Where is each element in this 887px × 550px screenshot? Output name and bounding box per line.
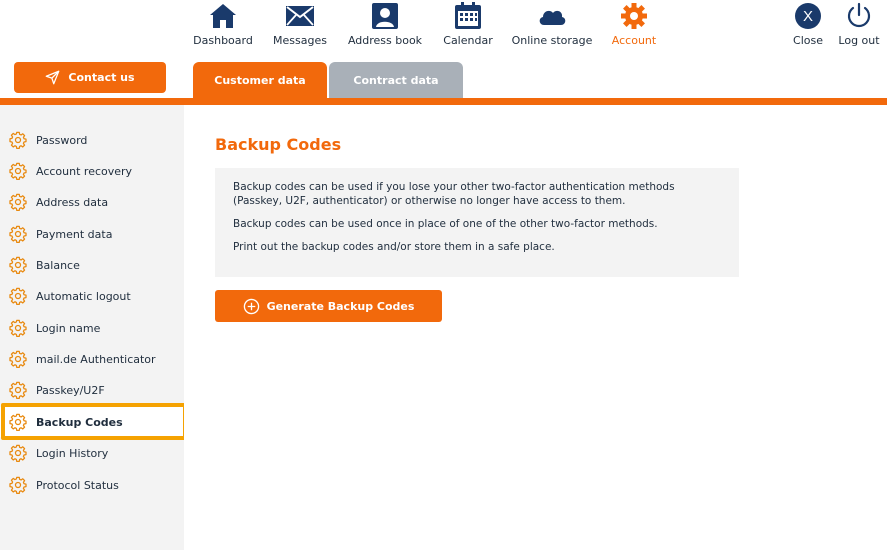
top-navigation: Dashboard Messages Address book Calendar…	[184, 0, 887, 62]
gear-icon	[9, 225, 27, 243]
sidebar-item-label: Backup Codes	[36, 415, 123, 429]
envelope-icon	[286, 6, 314, 26]
close-circle-icon: X	[795, 3, 821, 29]
sidebar-item[interactable]: Password	[0, 125, 184, 155]
sidebar-item-label: Passkey/U2F	[36, 383, 105, 397]
nav-dashboard-label: Dashboard	[193, 34, 253, 47]
nav-online-storage[interactable]: Online storage	[510, 0, 594, 50]
nav-account[interactable]: Account	[608, 0, 660, 50]
plus-circle-icon	[243, 298, 259, 314]
calendar-icon	[455, 2, 481, 29]
generate-backup-codes-button[interactable]: Generate Backup Codes	[215, 290, 442, 322]
gear-icon	[9, 256, 27, 274]
nav-messages[interactable]: Messages	[272, 0, 328, 50]
close-label: Close	[793, 34, 823, 47]
gear-icon	[9, 287, 27, 305]
home-icon	[210, 4, 236, 28]
sidebar-item[interactable]: Protocol Status	[0, 470, 184, 500]
page-title: Backup Codes	[215, 135, 342, 154]
sidebar-item-label: Balance	[36, 258, 80, 272]
gear-icon	[9, 131, 27, 149]
nav-account-label: Account	[611, 34, 657, 47]
sidebar-item[interactable]: Automatic logout	[0, 281, 184, 311]
cloud-icon	[539, 10, 566, 25]
brand-area: Contact us	[0, 0, 184, 98]
gear-icon	[9, 319, 27, 337]
gear-icon	[9, 381, 27, 399]
gear-icon	[621, 3, 647, 29]
info-paragraph: Backup codes can be used if you lose you…	[233, 181, 675, 207]
nav-address-book[interactable]: Address book	[346, 0, 424, 50]
logout-label: Log out	[838, 34, 880, 47]
tab-underline-bar	[0, 98, 887, 105]
paper-plane-icon	[46, 70, 60, 85]
sidebar-item[interactable]: Address data	[0, 187, 184, 217]
sidebar-item-label: Account recovery	[36, 164, 133, 178]
contact-book-icon	[372, 3, 398, 29]
tab-customer-data[interactable]: Customer data	[193, 62, 327, 98]
contact-us-button[interactable]: Contact us	[14, 62, 166, 93]
sidebar-item[interactable]: Login History	[0, 438, 184, 468]
gear-icon	[9, 476, 27, 494]
nav-messages-label: Messages	[273, 34, 327, 47]
nav-address-book-label: Address book	[347, 34, 423, 47]
nav-dashboard[interactable]: Dashboard	[193, 0, 253, 50]
sidebar: Password Account recovery Address data Paym…	[0, 105, 184, 550]
gear-icon	[9, 413, 27, 431]
info-paragraph: Backup codes can be used once in place o…	[233, 218, 658, 230]
sidebar-item[interactable]: mail.de Authenticator	[0, 344, 184, 374]
sidebar-item-label: Login name	[36, 321, 101, 335]
sidebar-item-label: Automatic logout	[36, 289, 131, 303]
gear-icon	[9, 193, 27, 211]
sidebar-item[interactable]: Account recovery	[0, 156, 184, 186]
sidebar-item-label: Payment data	[36, 227, 113, 241]
close-button[interactable]: X Close	[786, 0, 830, 50]
sidebar-item[interactable]: Login name	[0, 313, 184, 343]
svg-text:X: X	[803, 8, 813, 25]
sidebar-item[interactable]: Balance	[0, 250, 184, 280]
tab-contract-data[interactable]: Contract data	[329, 62, 463, 98]
sidebar-item[interactable]: Passkey/U2F	[0, 375, 184, 405]
main-content: Backup Codes Backup codes can be used if…	[184, 105, 887, 550]
sidebar-item-label: mail.de Authenticator	[36, 352, 156, 366]
power-icon	[847, 2, 871, 28]
sidebar-item-label: Login History	[36, 446, 109, 460]
logout-button[interactable]: Log out	[834, 0, 884, 50]
sidebar-item[interactable]: Backup Codes	[0, 407, 184, 437]
contact-us-label: Contact us	[68, 71, 135, 84]
info-paragraph: Print out the backup codes and/or store …	[233, 241, 555, 253]
sidebar-item-label: Protocol Status	[36, 478, 119, 492]
nav-online-storage-label: Online storage	[511, 34, 593, 47]
gear-icon	[9, 444, 27, 462]
gear-icon	[9, 162, 27, 180]
sidebar-item[interactable]: Payment data	[0, 219, 184, 249]
nav-calendar-label: Calendar	[443, 34, 493, 47]
nav-calendar[interactable]: Calendar	[440, 0, 496, 50]
gear-icon	[9, 350, 27, 368]
generate-backup-codes-label: Generate Backup Codes	[266, 299, 415, 313]
sidebar-item-label: Password	[36, 133, 88, 147]
sidebar-item-label: Address data	[36, 195, 109, 209]
info-box: Backup codes can be used if you lose you…	[215, 168, 739, 277]
